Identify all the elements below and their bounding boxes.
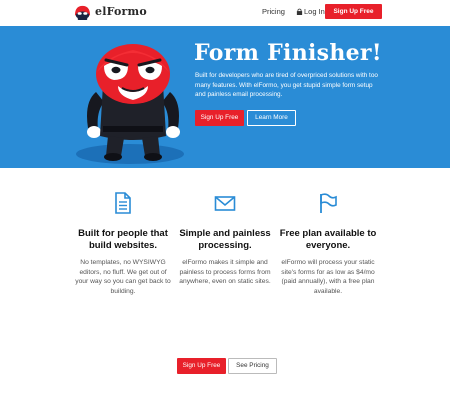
hero-signup-button[interactable]: Sign Up Free — [195, 110, 244, 126]
feature-card: Built for people that build websites. No… — [73, 192, 173, 296]
feature-description: elFormo makes it simple and painless to … — [179, 259, 271, 286]
nav-pricing-link[interactable]: Pricing — [262, 7, 285, 16]
see-pricing-button[interactable]: See Pricing — [228, 358, 277, 374]
hero-description: Built for developers who are tired of ov… — [195, 72, 378, 99]
learn-more-button[interactable]: Learn More — [247, 110, 296, 126]
nav-signup-button[interactable]: Sign Up Free — [325, 4, 382, 19]
envelope-icon — [214, 196, 236, 211]
feature-title: Simple and painless processing. — [179, 228, 271, 251]
feature-title: Built for people that build websites. — [78, 228, 168, 251]
flag-icon — [320, 193, 337, 213]
top-nav: elFormo Pricing Log In Sign Up Free — [0, 0, 450, 26]
feature-title: Free plan available to everyone. — [279, 228, 377, 251]
bottom-signup-button[interactable]: Sign Up Free — [177, 358, 226, 374]
feature-description: elFormo will process your static site's … — [281, 259, 375, 295]
nav-login-label: Log In — [304, 7, 325, 16]
feature-description: No templates, no WYSIWYG editors, no flu… — [75, 259, 171, 295]
brand-name[interactable]: elFormo — [95, 5, 147, 18]
feature-card: Free plan available to everyone. elFormo… — [278, 192, 378, 296]
hero-title: Form Finisher! — [194, 40, 382, 66]
nav-login-link[interactable]: Log In — [296, 7, 325, 16]
document-icon — [115, 192, 131, 214]
logo-icon[interactable] — [73, 4, 92, 21]
feature-card: Simple and painless processing. elFormo … — [175, 192, 275, 287]
hero-section: Form Finisher! Built for developers who … — [0, 26, 450, 168]
luchador-mascot — [76, 44, 184, 164]
lock-icon — [296, 8, 303, 15]
